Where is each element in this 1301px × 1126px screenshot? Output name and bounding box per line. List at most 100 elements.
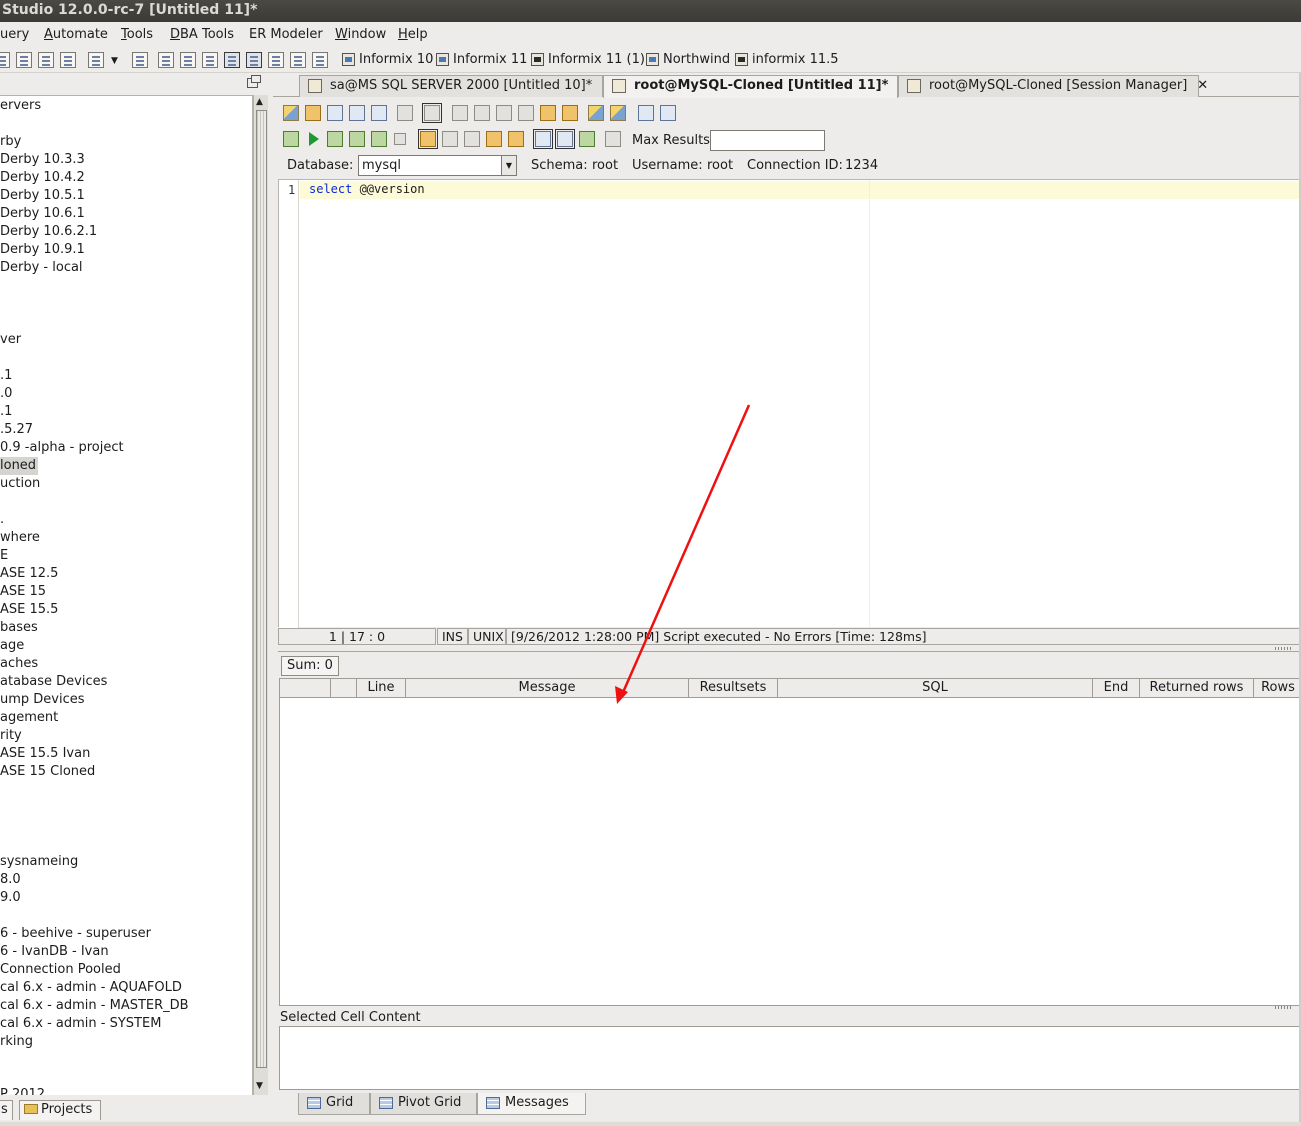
export-results-icon[interactable] [579, 131, 595, 147]
tree-node[interactable]: Derby 10.9.1 [0, 241, 85, 259]
toolbar-icon-8[interactable] [180, 52, 196, 68]
tree-node[interactable]: ASE 12.5 [0, 565, 58, 583]
tab-pivot-grid[interactable]: Pivot Grid [370, 1093, 477, 1115]
execute-to-file-icon[interactable] [371, 131, 387, 147]
scroll-down-arrow-icon[interactable]: ▼ [256, 1081, 263, 1091]
toolbar-icon-5[interactable] [88, 52, 104, 68]
tree-node[interactable]: uction [0, 475, 40, 493]
toolbar-icon-3[interactable] [38, 52, 54, 68]
execute-current-icon[interactable] [327, 131, 343, 147]
history-icon[interactable] [605, 131, 621, 147]
tree-scrollbar[interactable]: ▲ ▼ [253, 95, 268, 1095]
tree-node[interactable]: cal 6.x - admin - SYSTEM [0, 1015, 161, 1033]
tree-node[interactable]: rity [0, 727, 22, 745]
close-icon[interactable]: ✕ [1197, 78, 1208, 93]
compact-sql-icon[interactable] [610, 105, 626, 121]
toolbar-icon-9[interactable] [202, 52, 218, 68]
tree-node[interactable]: Derby - local [0, 259, 83, 277]
rollback-icon[interactable] [464, 131, 480, 147]
tree-node[interactable]: 9.0 [0, 889, 21, 907]
tree-node[interactable]: ervers [0, 97, 41, 115]
column-header-message[interactable]: Message [406, 679, 689, 698]
server-tree[interactable]: ervers rby Derby 10.3.3 Derby 10.4.2 Der… [0, 95, 253, 1095]
tree-node[interactable]: Derby 10.6.1 [0, 205, 85, 223]
tree-node-selected[interactable]: loned [0, 457, 39, 475]
tree-node[interactable]: Derby 10.6.2.1 [0, 223, 97, 241]
menu-window[interactable]: Window [335, 27, 386, 42]
tree-node[interactable]: where [0, 529, 40, 547]
tree-node[interactable]: bases [0, 619, 38, 637]
toolbar-grid-toggle-icon[interactable] [224, 52, 240, 68]
tree-node[interactable]: .5.27 [0, 421, 33, 439]
params-icon[interactable] [486, 131, 502, 147]
tree-node[interactable]: ump Devices [0, 691, 85, 709]
menu-dba-tools[interactable]: DBA Tools [170, 27, 234, 42]
tab-grid[interactable]: Grid [298, 1093, 370, 1115]
max-results-input[interactable] [710, 130, 825, 151]
column-header-returned-rows[interactable]: Returned rows [1140, 679, 1254, 698]
results-grid-toggle-icon[interactable] [533, 129, 553, 149]
find-icon[interactable] [638, 105, 654, 121]
tree-node[interactable]: Connection Pooled [0, 961, 121, 979]
tree-node[interactable]: ASE 15 [0, 583, 46, 601]
menu-tools[interactable]: Tools [121, 27, 153, 42]
tree-node[interactable]: Derby 10.3.3 [0, 151, 85, 169]
tree-node[interactable]: cal 6.x - admin - MASTER_DB [0, 997, 189, 1015]
execute-all-icon[interactable] [283, 131, 299, 147]
save-all-icon[interactable] [371, 105, 387, 121]
column-header-blank[interactable] [280, 679, 331, 698]
tree-node[interactable]: atabase Devices [0, 673, 107, 691]
toolbar-icon-2[interactable] [16, 52, 32, 68]
database-select[interactable]: mysql ▼ [358, 155, 517, 176]
tree-node[interactable]: agement [0, 709, 58, 727]
sql-editor[interactable]: 1 select @@version [278, 179, 1301, 628]
column-header-resultsets[interactable]: Resultsets [689, 679, 778, 698]
toolbar-icon-1[interactable] [0, 52, 10, 68]
toolbar-icon-4[interactable] [60, 52, 76, 68]
tree-node[interactable]: 6 - beehive - superuser [0, 925, 151, 943]
page-setup-icon[interactable] [422, 103, 442, 123]
tree-node[interactable]: . [0, 511, 4, 529]
quick-connection-informix-11-5[interactable]: informix 11.5 [735, 52, 839, 67]
save-as-icon[interactable] [349, 105, 365, 121]
cut-icon[interactable] [474, 105, 490, 121]
open-file-icon[interactable] [305, 105, 321, 121]
commit-icon[interactable] [442, 131, 458, 147]
tree-node[interactable]: age [0, 637, 24, 655]
tab-messages[interactable]: Messages [477, 1093, 586, 1115]
format-sql-icon[interactable] [588, 105, 604, 121]
tree-node[interactable]: Derby 10.4.2 [0, 169, 85, 187]
menu-automate[interactable]: Automate [44, 27, 108, 42]
tree-node[interactable]: sysnameing [0, 853, 78, 871]
column-header-end[interactable]: End [1093, 679, 1140, 698]
stop-icon[interactable] [394, 133, 406, 145]
chevron-down-icon[interactable]: ▼ [501, 156, 516, 175]
execute-icon[interactable] [309, 132, 319, 146]
tab-projects[interactable]: Projects [19, 1100, 101, 1120]
execute-explain-icon[interactable] [349, 131, 365, 147]
tree-node[interactable]: Derby 10.5.1 [0, 187, 85, 205]
tree-node[interactable]: .1 [0, 367, 12, 385]
tree-node[interactable]: ASE 15.5 [0, 601, 58, 619]
undo-icon[interactable] [540, 105, 556, 121]
splitter-handle[interactable] [1275, 647, 1291, 650]
toolbar-icon-10[interactable] [268, 52, 284, 68]
toolbar-layout-toggle-icon[interactable] [246, 52, 262, 68]
tab-mysql-cloned-session-manager[interactable]: root@MySQL-Cloned [Session Manager] ✕ [898, 75, 1208, 97]
column-header-blank[interactable] [331, 679, 357, 698]
copy-icon[interactable] [496, 105, 512, 121]
column-header-rows[interactable]: Rows [1254, 679, 1301, 698]
tree-node[interactable]: 8.0 [0, 871, 21, 889]
selected-cell-content[interactable] [279, 1026, 1301, 1090]
select-all-icon[interactable] [452, 105, 468, 121]
toolbar-chart-icon[interactable] [312, 52, 328, 68]
paste-icon[interactable] [518, 105, 534, 121]
scroll-up-arrow-icon[interactable]: ▲ [256, 97, 263, 107]
menu-help[interactable]: Help [398, 27, 428, 42]
quick-connection-informix-10[interactable]: Informix 10 [342, 52, 433, 67]
messages-grid[interactable]: Line Message Resultsets SQL End Returned… [279, 678, 1301, 1006]
toolbar-dropdown-caret-icon[interactable]: ▼ [111, 56, 118, 66]
auto-commit-icon[interactable] [418, 129, 438, 149]
tab-servers[interactable]: s [0, 1100, 13, 1120]
tree-node[interactable]: rby [0, 133, 21, 151]
